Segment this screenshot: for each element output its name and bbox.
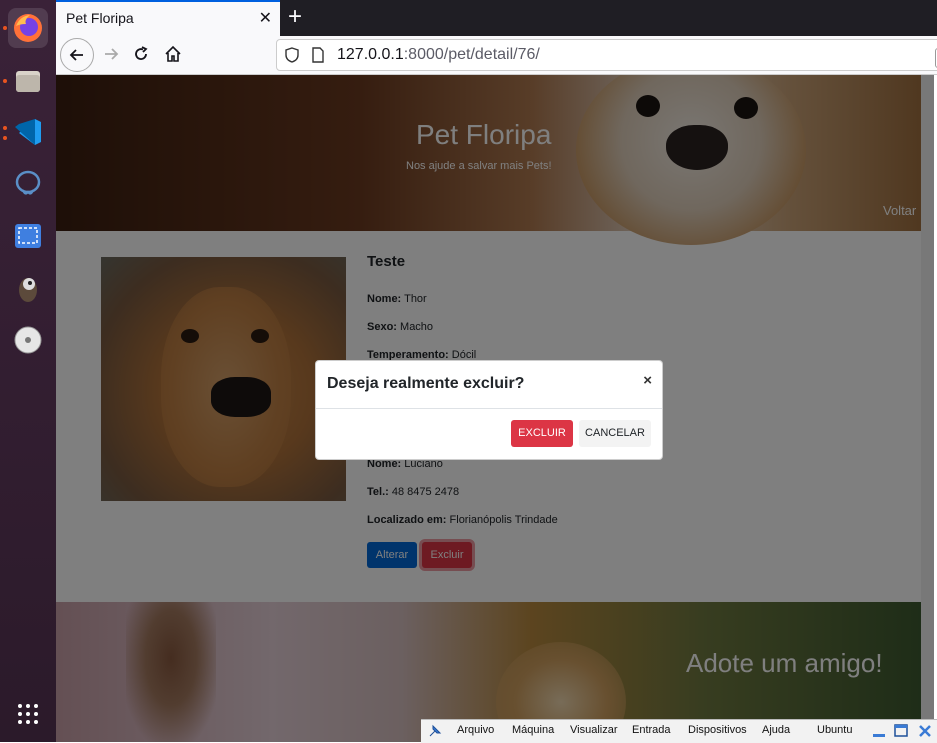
- confirm-excluir-button[interactable]: EXCLUIR: [511, 420, 573, 447]
- files-icon[interactable]: [8, 61, 48, 101]
- vbox-host-label: Ubuntu: [817, 724, 853, 736]
- cancelar-button[interactable]: CANCELAR: [579, 420, 651, 447]
- home-button[interactable]: [158, 39, 188, 69]
- confirm-delete-modal: Deseja realmente excluir? × EXCLUIR CANC…: [315, 360, 663, 460]
- navigation-bar: 127.0.0.1:8000/pet/detail/76/ 7: [56, 36, 937, 75]
- browser-tab[interactable]: Pet Floripa ✕: [56, 0, 280, 36]
- forward-button[interactable]: [96, 39, 126, 69]
- vbox-menu-arquivo[interactable]: Arquivo: [457, 724, 494, 736]
- back-button[interactable]: [60, 38, 94, 72]
- vbox-menu-entrada[interactable]: Entrada: [632, 724, 671, 736]
- close-tab-icon[interactable]: ✕: [259, 8, 272, 28]
- arrow-right-icon: [105, 48, 119, 60]
- page-icon: [312, 47, 324, 63]
- ubuntu-dock: [0, 0, 56, 742]
- firefox-icon[interactable]: [8, 8, 48, 48]
- disc-icon[interactable]: [8, 320, 48, 360]
- modal-header: Deseja realmente excluir? ×: [316, 361, 662, 409]
- pin-icon[interactable]: [427, 723, 443, 739]
- vbox-menu-maquina[interactable]: Máquina: [512, 724, 554, 736]
- running-indicator: [3, 136, 7, 140]
- virtualbox-menu-bar: Arquivo Máquina Visualizar Entrada Dispo…: [421, 719, 937, 743]
- modal-title: Deseja realmente excluir?: [327, 375, 525, 392]
- reload-icon: [135, 46, 148, 60]
- running-indicator: [3, 126, 7, 130]
- vbox-menu-ajuda[interactable]: Ajuda: [762, 724, 790, 736]
- vscode-icon[interactable]: [8, 112, 48, 152]
- url-host: 127.0.0.1: [337, 46, 404, 63]
- vbox-menu-dispositivos[interactable]: Dispositivos: [688, 724, 747, 736]
- pgadmin-icon[interactable]: [8, 163, 48, 203]
- home-icon: [165, 45, 181, 62]
- reload-button[interactable]: [126, 39, 156, 69]
- running-indicator: [3, 26, 7, 30]
- running-indicator: [3, 79, 7, 83]
- screenshot-icon[interactable]: [8, 216, 48, 256]
- window-icon[interactable]: [893, 723, 909, 739]
- close-icon[interactable]: ×: [643, 372, 652, 389]
- url-bar[interactable]: 127.0.0.1:8000/pet/detail/76/ 7: [276, 39, 937, 71]
- arrow-left-icon: [69, 49, 83, 61]
- apps-grid-icon[interactable]: [8, 694, 48, 734]
- minimize-icon[interactable]: [871, 723, 887, 739]
- url-path: :8000/pet/detail/76/: [403, 46, 540, 63]
- page-content: Pet Floripa Nos ajude a salvar mais Pets…: [56, 75, 934, 742]
- shield-icon[interactable]: [285, 47, 299, 63]
- gimp-icon[interactable]: [8, 268, 48, 308]
- tab-title: Pet Floripa: [66, 10, 134, 26]
- close-vm-icon[interactable]: [917, 723, 933, 739]
- url-text: 127.0.0.1:8000/pet/detail/76/: [337, 46, 540, 64]
- new-tab-icon[interactable]: +: [288, 4, 302, 30]
- tab-bar: Pet Floripa ✕ +: [56, 0, 937, 36]
- vbox-menu-visualizar[interactable]: Visualizar: [570, 724, 618, 736]
